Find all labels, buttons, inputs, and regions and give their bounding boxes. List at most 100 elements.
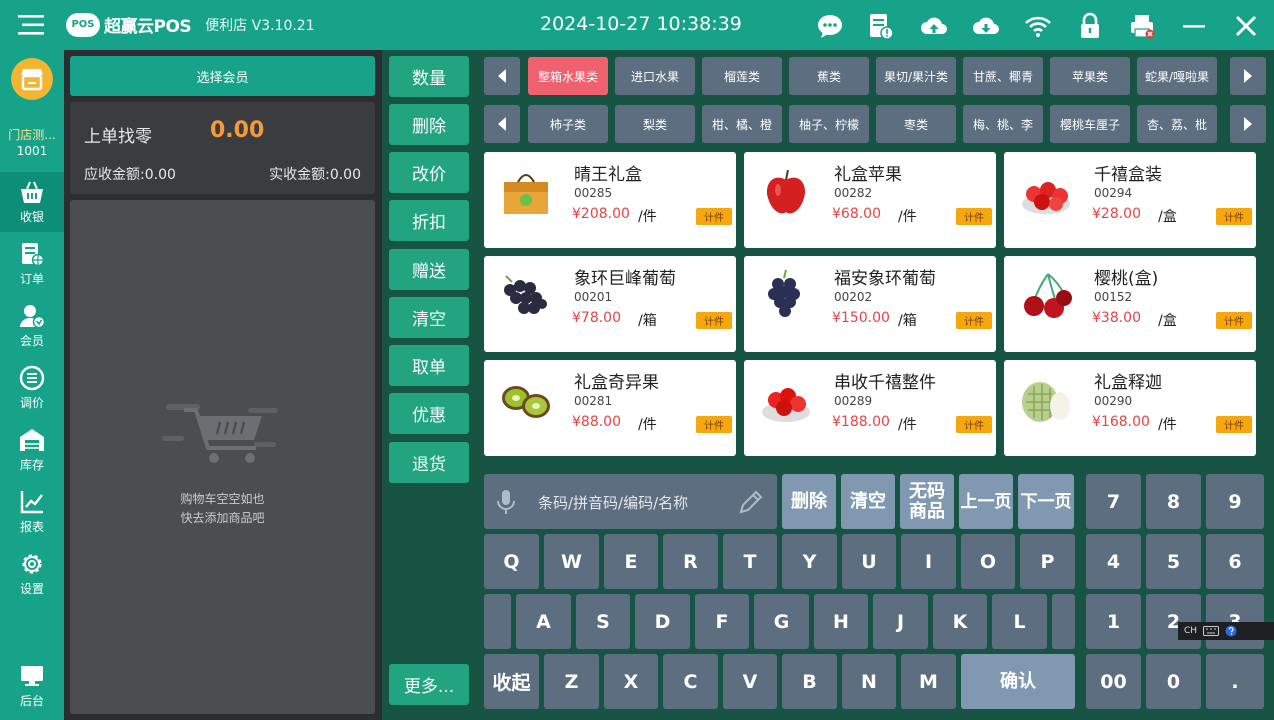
product-card[interactable]: 晴王礼盒 00285 ¥208.00 /件 计件 (484, 152, 736, 248)
cloud-download-icon[interactable] (972, 12, 1000, 40)
key-q[interactable]: Q (484, 534, 539, 589)
key-m[interactable]: M (901, 654, 956, 709)
change-price-button[interactable]: 改价 (389, 152, 469, 193)
key-d[interactable]: D (635, 594, 690, 649)
wifi-icon[interactable] (1024, 12, 1052, 40)
key-t[interactable]: T (723, 534, 777, 589)
sidebar-item-cashier[interactable]: 收银 (0, 172, 64, 232)
delete-button[interactable]: 删除 (389, 104, 469, 145)
category-tab[interactable]: 果切/果汁类 (876, 57, 956, 95)
key-next-page[interactable]: 下一页 (1018, 474, 1074, 529)
category-prev-button[interactable] (484, 57, 520, 95)
search-input[interactable]: 条码/拼音码/编码/名称 (484, 474, 777, 529)
promotion-button[interactable]: 优惠 (389, 393, 469, 434)
select-member-button[interactable]: 选择会员 (70, 56, 375, 96)
key-c[interactable]: C (663, 654, 718, 709)
key-no-barcode[interactable]: 无码商品 (900, 474, 954, 529)
key-l[interactable]: L (992, 594, 1047, 649)
category-tab[interactable]: 苹果类 (1050, 57, 1130, 95)
category-tab[interactable]: 柑、橘、橙 (702, 105, 782, 143)
quantity-button[interactable]: 数量 (389, 56, 469, 97)
category-tab[interactable]: 枣类 (876, 105, 956, 143)
category-prev-button[interactable] (484, 105, 520, 143)
product-card[interactable]: 千禧盒装 00294 ¥28.00 /盒 计件 (1004, 152, 1256, 248)
menu-icon[interactable] (16, 12, 46, 38)
product-card[interactable]: 礼盒释迦 00290 ¥168.00 /件 计件 (1004, 360, 1256, 456)
gift-button[interactable]: 赠送 (389, 249, 469, 290)
key-e[interactable]: E (604, 534, 658, 589)
microphone-icon[interactable] (496, 488, 516, 516)
key-delete[interactable]: 删除 (782, 474, 836, 529)
product-card[interactable]: 樱桃(盒) 00152 ¥38.00 /盒 计件 (1004, 256, 1256, 352)
user-profile[interactable]: 门店测... 1001 (0, 58, 64, 170)
category-tab[interactable]: 柚子、柠檬 (789, 105, 869, 143)
return-button[interactable]: 退货 (389, 442, 469, 483)
sidebar-item-reports[interactable]: 报表 (0, 482, 64, 542)
discount-button[interactable]: 折扣 (389, 200, 469, 241)
key-i[interactable]: I (901, 534, 956, 589)
product-card[interactable]: 福安象环葡萄 00202 ¥150.00 /箱 计件 (744, 256, 996, 352)
key-9[interactable]: 9 (1206, 474, 1264, 529)
sidebar-item-settings[interactable]: 设置 (0, 544, 64, 604)
category-next-button[interactable] (1230, 105, 1266, 143)
key-x[interactable]: X (604, 654, 658, 709)
retrieve-order-button[interactable]: 取单 (389, 345, 469, 386)
key-prev-page[interactable]: 上一页 (959, 474, 1013, 529)
key-r[interactable]: R (663, 534, 718, 589)
category-tab[interactable]: 蛇果/嘎啦果 (1137, 57, 1217, 95)
key-b[interactable]: B (782, 654, 837, 709)
category-tab[interactable]: 梨类 (615, 105, 695, 143)
key-spacer-right[interactable] (1052, 594, 1075, 649)
key-4[interactable]: 4 (1086, 534, 1141, 589)
key-7[interactable]: 7 (1086, 474, 1141, 529)
minimize-icon[interactable] (1180, 12, 1208, 40)
printer-icon[interactable] (1128, 12, 1156, 40)
product-card[interactable]: 象环巨峰葡萄 00201 ¥78.00 /箱 计件 (484, 256, 736, 352)
category-tab[interactable]: 整箱水果类 (528, 57, 608, 95)
key-collapse[interactable]: 收起 (484, 654, 539, 709)
key-z[interactable]: Z (544, 654, 599, 709)
notice-icon[interactable] (866, 12, 894, 40)
product-card[interactable]: 礼盒苹果 00282 ¥68.00 /件 计件 (744, 152, 996, 248)
key-g[interactable]: G (754, 594, 809, 649)
clear-button[interactable]: 清空 (389, 297, 469, 338)
sidebar-item-members[interactable]: 会员 (0, 296, 64, 356)
key-a[interactable]: A (516, 594, 571, 649)
ime-indicator[interactable]: CH (1178, 622, 1274, 640)
pencil-icon[interactable] (737, 488, 765, 516)
product-card[interactable]: 礼盒奇异果 00281 ¥88.00 /件 计件 (484, 360, 736, 456)
key-h[interactable]: H (814, 594, 868, 649)
category-tab[interactable]: 进口水果 (615, 57, 695, 95)
key-v[interactable]: V (723, 654, 777, 709)
key-s[interactable]: S (576, 594, 630, 649)
sidebar-item-backend[interactable]: 后台 (0, 656, 64, 716)
key-0[interactable]: 0 (1146, 654, 1201, 709)
more-button[interactable]: 更多... (389, 664, 469, 705)
close-icon[interactable] (1232, 12, 1260, 40)
category-next-button[interactable] (1230, 57, 1266, 95)
lock-icon[interactable] (1076, 12, 1104, 40)
category-tab[interactable]: 樱桃车厘子 (1050, 105, 1130, 143)
key-confirm[interactable]: 确认 (961, 654, 1075, 709)
key-o[interactable]: O (961, 534, 1015, 589)
key-f[interactable]: F (695, 594, 749, 649)
category-tab[interactable]: 榴莲类 (702, 57, 782, 95)
key-00[interactable]: 00 (1086, 654, 1141, 709)
key-5[interactable]: 5 (1146, 534, 1201, 589)
category-tab[interactable]: 杏、荔、枇 (1137, 105, 1217, 143)
key-u[interactable]: U (842, 534, 896, 589)
key-y[interactable]: Y (782, 534, 837, 589)
product-card[interactable]: 串收千禧整件 00289 ¥188.00 /件 计件 (744, 360, 996, 456)
key-k[interactable]: K (933, 594, 987, 649)
cloud-upload-icon[interactable] (920, 12, 948, 40)
sidebar-item-price-adjust[interactable]: 调价 (0, 358, 64, 418)
key-spacer-left[interactable] (484, 594, 511, 649)
category-tab[interactable]: 甘蔗、椰青 (963, 57, 1043, 95)
key-p[interactable]: P (1020, 534, 1075, 589)
category-tab[interactable]: 柿子类 (528, 105, 608, 143)
key-dot[interactable]: . (1206, 654, 1264, 709)
sidebar-item-inventory[interactable]: 库存 (0, 420, 64, 480)
key-6[interactable]: 6 (1206, 534, 1264, 589)
sidebar-item-orders[interactable]: 订单 (0, 234, 64, 294)
chat-icon[interactable] (816, 12, 844, 40)
